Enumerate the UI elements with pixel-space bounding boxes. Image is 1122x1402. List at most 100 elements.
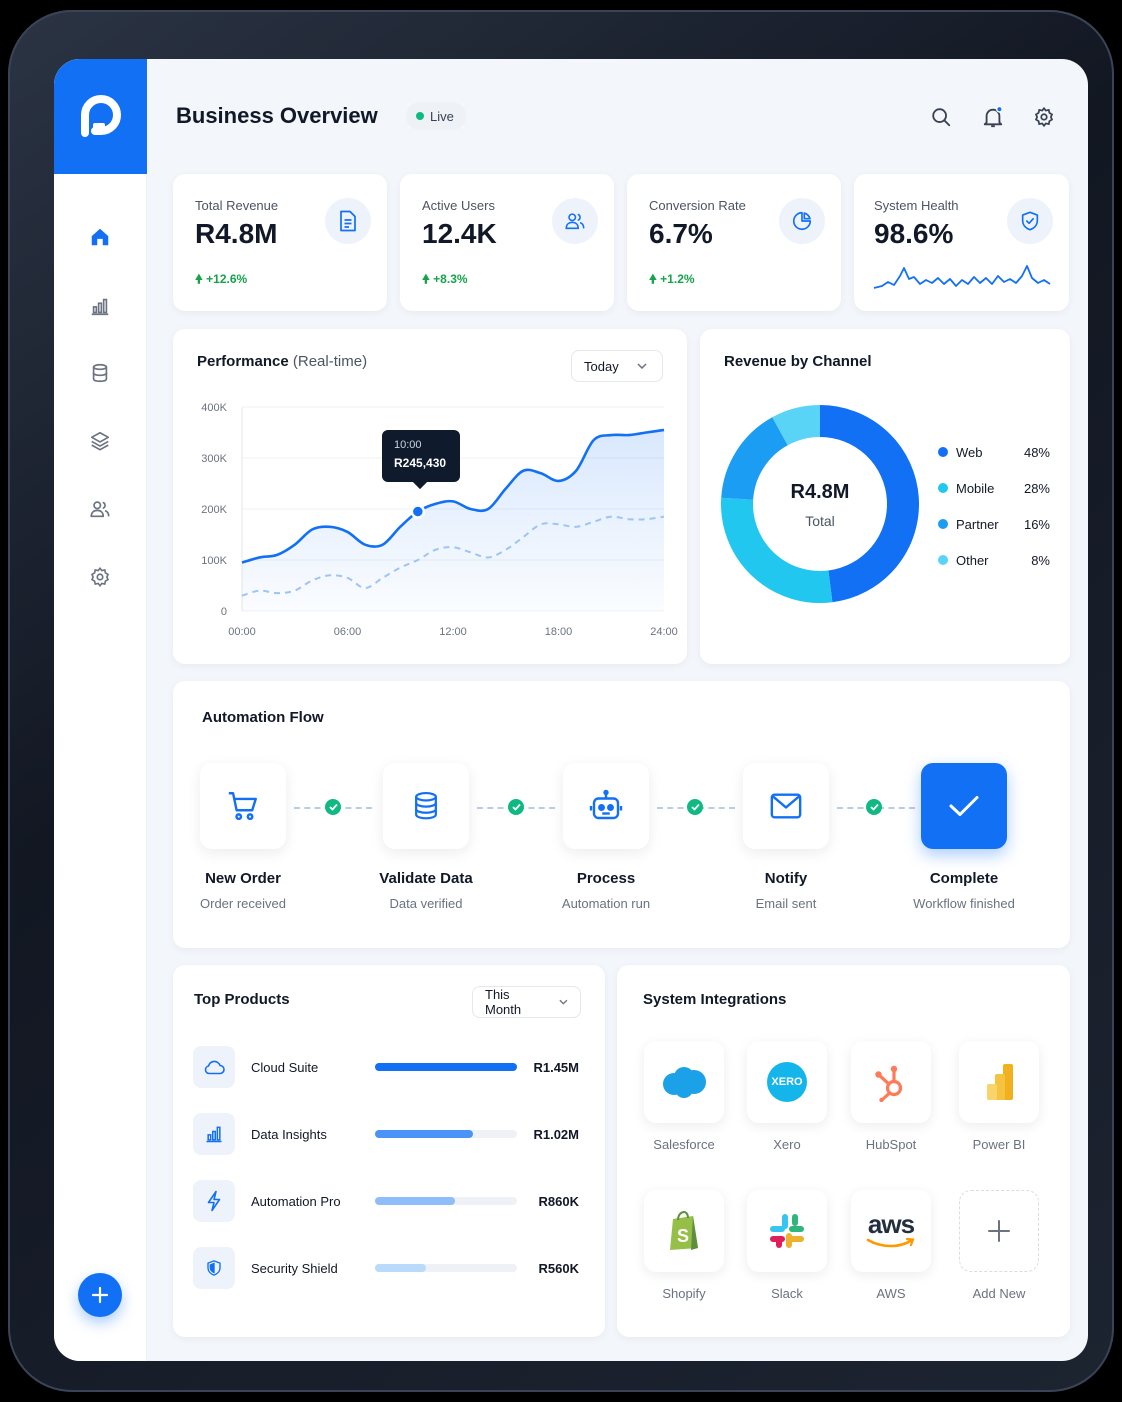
flow-step-validate[interactable] <box>383 763 469 849</box>
integration-xero[interactable]: XERO <box>747 1041 827 1123</box>
legend-label: Other <box>956 552 989 568</box>
flow-step-name: Notify <box>764 870 808 887</box>
plus-icon <box>91 1286 109 1304</box>
x-tick-label: 24:00 <box>650 626 678 638</box>
stat-value: 6.7% <box>649 218 713 249</box>
flow-step-sub: Email sent <box>755 896 817 911</box>
integration-shopify[interactable]: S <box>644 1190 724 1272</box>
integration-hubspot[interactable] <box>851 1041 931 1123</box>
stat-label: Conversion Rate <box>649 198 746 213</box>
nav-analytics[interactable] <box>80 286 120 326</box>
products-range-select[interactable]: This Month <box>472 986 581 1018</box>
product-value: R1.02M <box>533 1127 579 1142</box>
flow-step-name: Validate Data <box>379 870 473 887</box>
check-icon <box>325 799 341 815</box>
settings-button[interactable] <box>1030 103 1058 131</box>
tooltip-value: R245,430 <box>394 456 447 470</box>
flow-step-process[interactable] <box>563 763 649 849</box>
integration-salesforce[interactable] <box>644 1041 724 1123</box>
legend-pct: 28% <box>1023 480 1050 496</box>
stat-label: Active Users <box>422 198 495 213</box>
stat-value: 12.4K <box>422 218 497 249</box>
range-label: This Month <box>485 987 522 1017</box>
product-value: R1.45M <box>533 1060 579 1075</box>
product-bar-fill <box>375 1063 517 1071</box>
live-label: Live <box>430 108 454 124</box>
bell-icon <box>983 105 1003 128</box>
check-icon <box>508 799 524 815</box>
flow-step-complete[interactable] <box>921 763 1007 849</box>
add-button[interactable] <box>78 1273 122 1317</box>
layers-icon <box>90 431 110 451</box>
donut-center-value: R4.8M <box>790 481 850 503</box>
stat-card-revenue[interactable]: Total Revenue R4.8M 🠝 +12.6% <box>173 174 387 311</box>
product-name: Cloud Suite <box>251 1060 319 1075</box>
highlight-point[interactable] <box>410 504 426 519</box>
stat-icon-wrap <box>552 198 598 244</box>
flow-step-sub: Automation run <box>561 896 651 911</box>
product-bar-track <box>375 1130 517 1138</box>
check-icon <box>949 796 979 816</box>
stat-icon-wrap <box>325 198 371 244</box>
nav-database[interactable] <box>80 353 120 393</box>
tablet-frame: Business Overview Live Total Revenue R4.… <box>8 10 1114 1392</box>
logo[interactable] <box>54 59 147 174</box>
flow-step-new-order[interactable] <box>200 763 286 849</box>
product-bar-fill <box>375 1197 455 1205</box>
stat-card-conversion[interactable]: Conversion Rate 6.7% 🠝 +1.2% <box>627 174 841 311</box>
top-products-card: Top Products This Month Cloud Suite R1.4… <box>173 965 605 1337</box>
flow-step-name: Complete <box>929 870 999 887</box>
notifications-button[interactable] <box>979 103 1007 131</box>
x-tick-label: 06:00 <box>334 626 362 638</box>
check-icon <box>866 799 882 815</box>
page-title: Business Overview <box>176 103 378 128</box>
bolt-icon <box>193 1180 235 1222</box>
gear-icon <box>1034 106 1054 128</box>
gear-icon <box>90 566 110 588</box>
integration-slack[interactable] <box>747 1190 827 1272</box>
flow-step-notify[interactable] <box>743 763 829 849</box>
donut-center-label: Total <box>805 513 835 529</box>
chart-tooltip: 10:00 R245,430 <box>382 430 460 490</box>
flow-step-name: Process <box>576 870 636 887</box>
pie-icon <box>792 211 812 231</box>
product-bar-fill <box>375 1130 473 1138</box>
robot-icon <box>589 789 623 820</box>
nav-home[interactable] <box>80 217 120 257</box>
stat-card-users[interactable]: Active Users 12.4K 🠝 +8.3% <box>400 174 614 311</box>
integration-powerbi[interactable] <box>959 1041 1039 1123</box>
y-tick-label: 0 <box>221 606 227 618</box>
users-icon <box>90 501 110 518</box>
product-name: Data Insights <box>251 1127 327 1142</box>
x-tick-label: 00:00 <box>228 626 256 638</box>
health-sparkline <box>873 265 1051 289</box>
product-bar-track <box>375 1197 517 1205</box>
nav-settings[interactable] <box>80 557 120 597</box>
integration-name: Add New <box>972 1286 1026 1301</box>
aws-smile <box>866 1237 915 1248</box>
legend-web: Web 48% <box>938 442 1050 462</box>
stat-card-health[interactable]: System Health 98.6% <box>854 174 1069 311</box>
legend-dot <box>938 555 948 565</box>
stat-value: 98.6% <box>874 218 954 249</box>
integration-add-new[interactable] <box>959 1190 1039 1272</box>
integration-aws[interactable]: aws <box>851 1190 931 1272</box>
users-icon <box>565 213 585 230</box>
search-button[interactable] <box>927 103 955 131</box>
stat-label: Total Revenue <box>195 198 279 213</box>
shopify-logo-letter: S <box>677 1226 689 1246</box>
revenue-channel-title: Revenue by Channel <box>724 353 872 370</box>
nav-layers[interactable] <box>80 421 120 461</box>
home-icon <box>91 228 109 246</box>
salesforce-icon <box>663 1067 706 1098</box>
nav-users[interactable] <box>80 489 120 529</box>
hubspot-icon <box>875 1065 903 1102</box>
integrations-card: System Integrations Salesforce XERO Xero… <box>617 965 1070 1337</box>
donut-slice-other[interactable] <box>772 405 821 446</box>
integration-name: Salesforce <box>653 1137 715 1152</box>
xero-icon: XERO <box>767 1062 807 1102</box>
mail-icon <box>770 793 802 819</box>
stat-change: 🠝 +12.6% <box>195 272 248 286</box>
integrations-title: System Integrations <box>643 991 787 1008</box>
tooltip-time: 10:00 <box>394 439 422 451</box>
